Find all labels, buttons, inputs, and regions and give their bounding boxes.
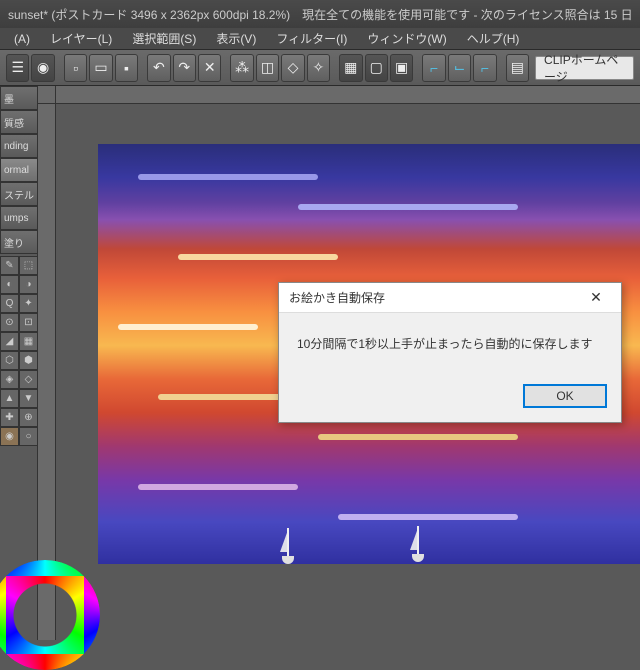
menu-icon[interactable]: ☰ [6,54,29,82]
menu-layer[interactable]: レイヤー(L) [40,28,122,49]
tool-icon[interactable]: ▲ [0,389,19,408]
tool-icon[interactable]: ◐ [0,275,19,294]
ruler-horizontal[interactable] [56,86,640,104]
redo-icon[interactable]: ↷ [173,54,196,82]
tool-icon[interactable]: ▼ [19,389,38,408]
transform-icon[interactable]: ✧ [307,54,330,82]
tool-icon[interactable]: ▦ [19,332,38,351]
close-icon[interactable]: ✕ [581,286,611,310]
snap3-icon[interactable]: ⌐ [473,54,496,82]
brush-tab[interactable]: 墨 [0,86,38,110]
tool-icon[interactable]: ◑ [19,275,38,294]
paint-stroke [138,484,298,490]
menu-select[interactable]: 選択範囲(S) [122,28,206,49]
clip-home-link[interactable]: CLIPホームページ [535,56,634,80]
paint-stroke [318,434,518,440]
brush-tab[interactable]: ステル [0,182,38,206]
snap1-icon[interactable]: ⌐ [422,54,445,82]
boat-shape [278,524,298,564]
brush-tab[interactable]: nding [0,134,38,158]
grid-icon[interactable]: ▦ [339,54,362,82]
crop-icon[interactable]: ▣ [390,54,413,82]
autosave-dialog: お絵かき自動保存 ✕ 10分間隔で1秒以上手が止まったら自動的に保存します OK [278,282,622,423]
select-icon[interactable]: ◫ [256,54,279,82]
ruler-corner [38,86,56,104]
tool-icon[interactable]: ◢ [0,332,19,351]
menu-window[interactable]: ウィンドウ(W) [357,28,456,49]
open-folder-icon[interactable]: ▭ [89,54,112,82]
undo-icon[interactable]: ↶ [147,54,170,82]
tool-icon[interactable]: ⬢ [19,351,38,370]
erase-icon[interactable]: ✕ [198,54,221,82]
paint-stroke [118,324,258,330]
color-wheel[interactable] [0,560,100,670]
tool-icon[interactable]: ◇ [19,370,38,389]
tool-icon[interactable]: ◈ [0,370,19,389]
frame-icon[interactable]: ▢ [365,54,388,82]
title-bar: sunset* (ポストカード 3496 x 2362px 600dpi 18.… [0,0,640,28]
brush-tabs: 墨 質感 nding ormal ステル umps 塗り [0,86,38,254]
settings-icon[interactable]: ⁂ [230,54,253,82]
tool-icon[interactable]: ⊕ [19,408,38,427]
toolbar: ☰ ◉ ▫ ▭ ▪ ↶ ↷ ✕ ⁂ ◫ ◇ ✧ ▦ ▢ ▣ ⌐ ⌙ ⌐ ▤ CL… [0,50,640,86]
app-title: sunset* (ポストカード 3496 x 2362px 600dpi 18.… [8,6,633,23]
dialog-message: 10分間隔で1秒以上手が止まったら自動的に保存します [279,313,621,374]
brush-tab[interactable]: umps [0,206,38,230]
tool-icon[interactable]: ✎ [0,256,19,275]
clear-icon[interactable]: ◇ [281,54,304,82]
tool-icon[interactable]: ○ [19,427,38,446]
swirl-icon[interactable]: ◉ [31,54,54,82]
brush-tab[interactable]: ormal [0,158,38,182]
tool-icon[interactable]: ⬡ [0,351,19,370]
panel-icon[interactable]: ▤ [506,54,529,82]
tool-icon[interactable]: ◉ [0,427,19,446]
tool-icon[interactable]: ⊙ [0,313,19,332]
tool-grid: ✎⬚ ◐◑ Q✦ ⊙⊡ ◢▦ ⬡⬢ ◈◇ ▲▼ ✚⊕ ◉○ [0,256,38,446]
menu-a[interactable]: (A) [4,30,40,48]
boat-shape [408,522,428,562]
snap2-icon[interactable]: ⌙ [448,54,471,82]
ok-button[interactable]: OK [523,384,607,408]
tool-icon[interactable]: ⊡ [19,313,38,332]
tool-icon[interactable]: ✦ [19,294,38,313]
brush-tab[interactable]: 塗り [0,230,38,254]
tool-icon[interactable]: ✚ [0,408,19,427]
menu-bar: (A) レイヤー(L) 選択範囲(S) 表示(V) フィルター(I) ウィンドウ… [0,28,640,50]
tool-icon[interactable]: ⬚ [19,256,38,275]
tool-icon[interactable]: Q [0,294,19,313]
dialog-buttons: OK [279,374,621,422]
menu-view[interactable]: 表示(V) [206,28,266,49]
brush-tab[interactable]: 質感 [0,110,38,134]
paint-stroke [178,254,338,260]
paint-stroke [338,514,518,520]
paint-stroke [138,174,318,180]
dialog-title-text: お絵かき自動保存 [289,289,385,306]
dialog-titlebar[interactable]: お絵かき自動保存 ✕ [279,283,621,313]
menu-help[interactable]: ヘルプ(H) [457,28,530,49]
menu-filter[interactable]: フィルター(I) [266,28,357,49]
new-file-icon[interactable]: ▫ [64,54,87,82]
save-icon[interactable]: ▪ [115,54,138,82]
paint-stroke [298,204,518,210]
